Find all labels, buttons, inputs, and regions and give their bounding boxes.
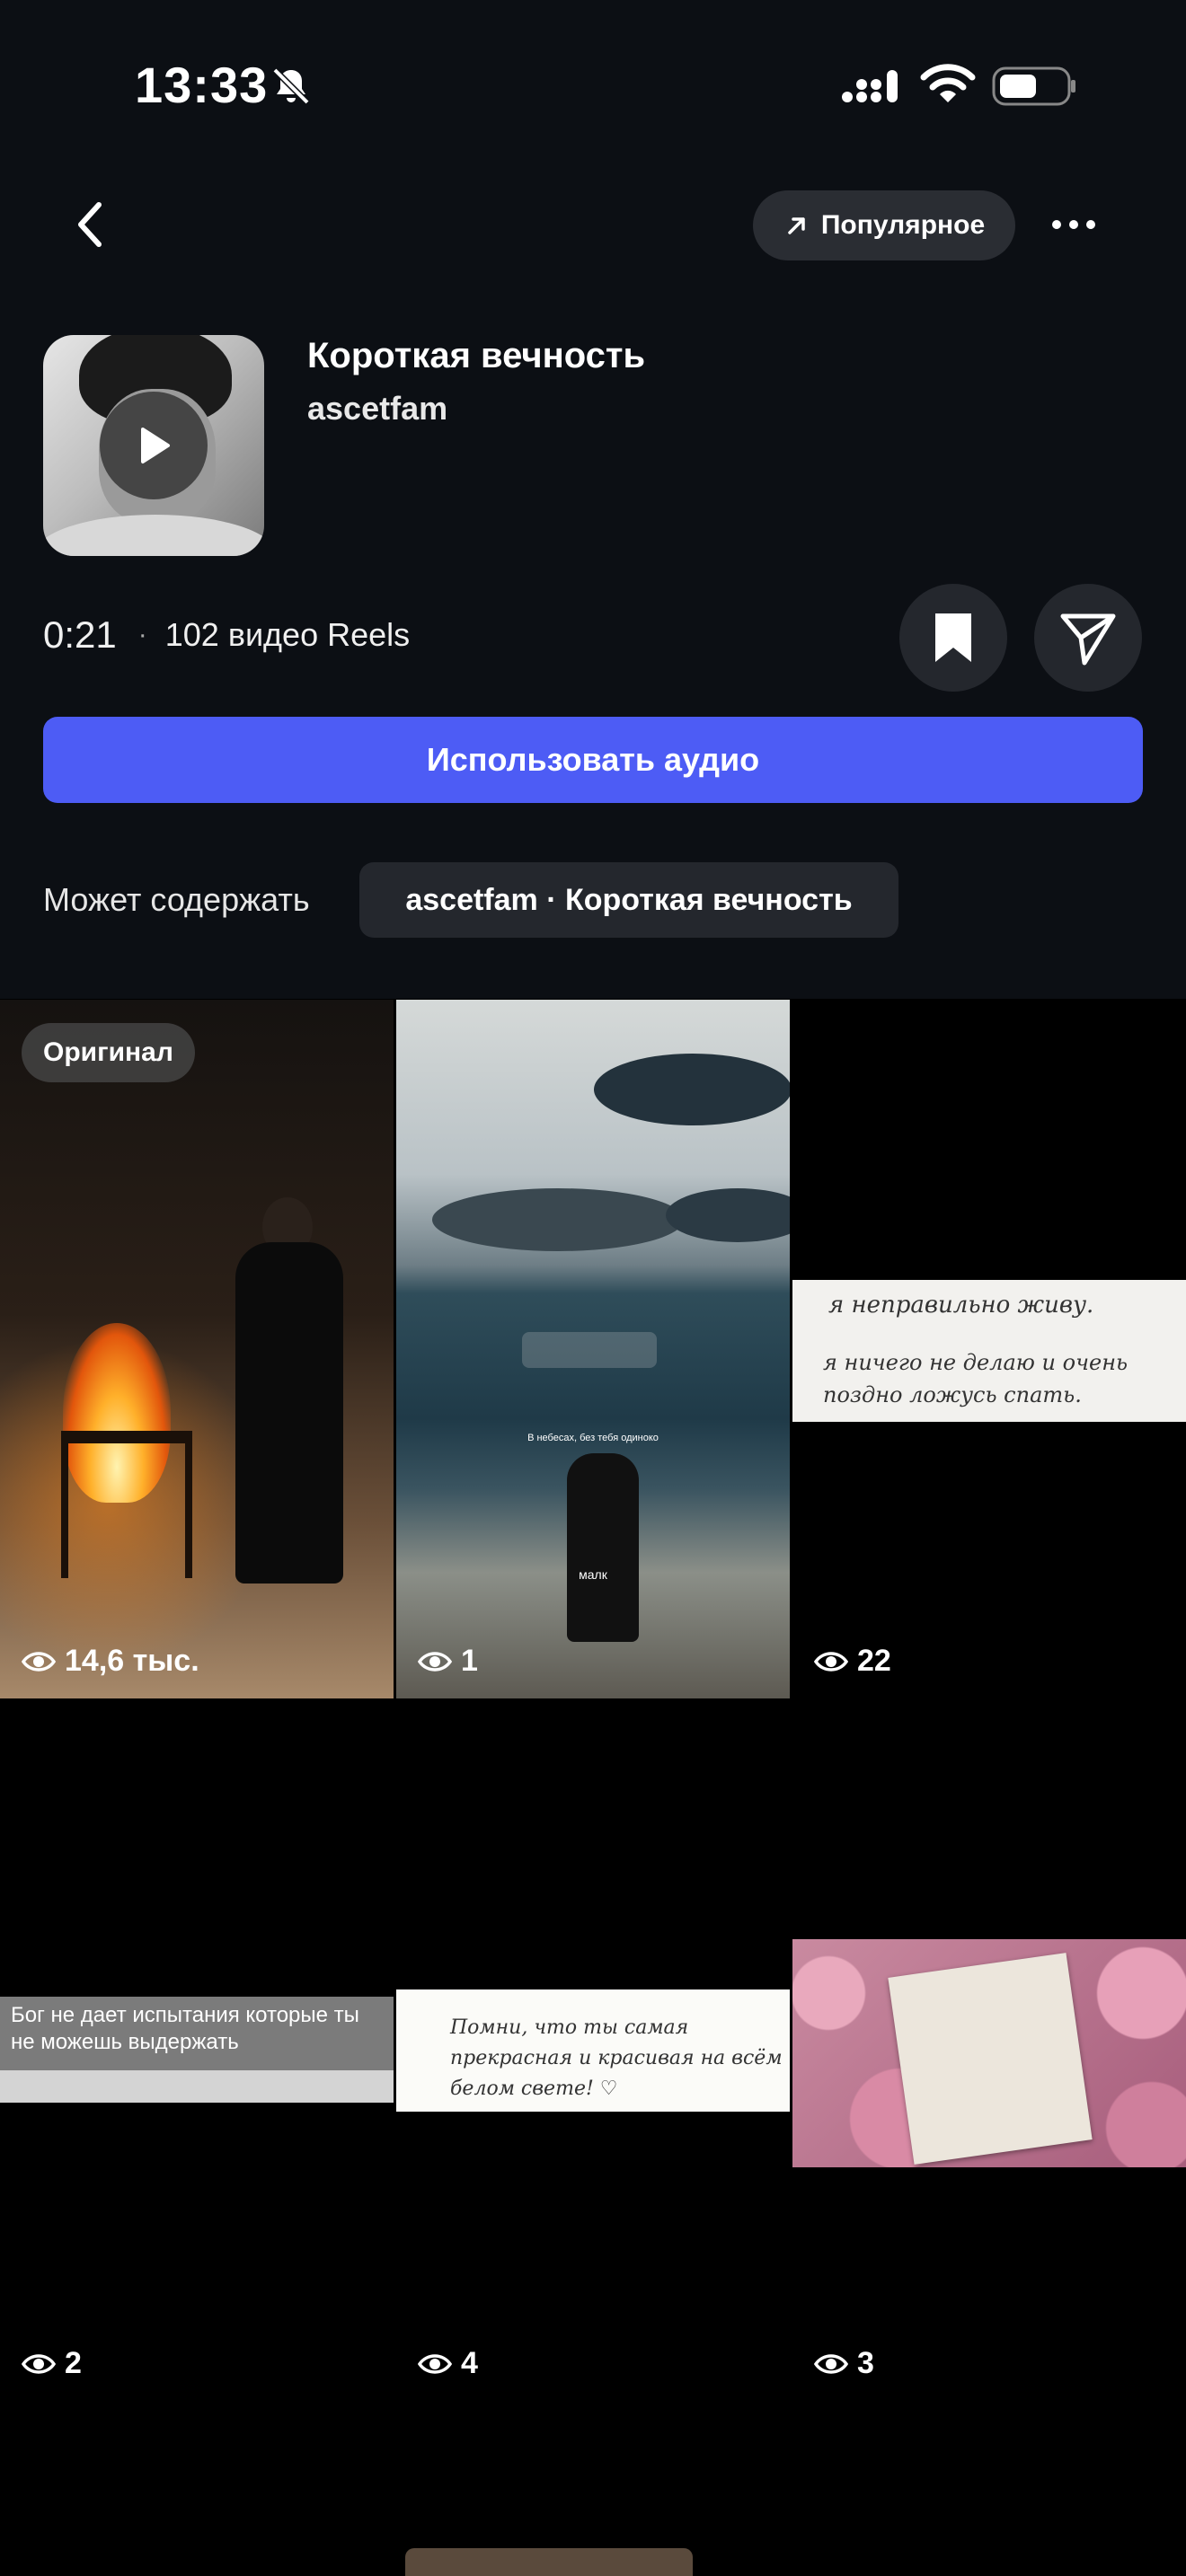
popular-button[interactable]: Популярное [753, 190, 1015, 260]
reel-tile[interactable]: 3 [792, 1702, 1186, 2401]
audio-duration: 0:21 [43, 613, 117, 656]
reel-tile[interactable]: В небесах, без тебя одиноко малк 1 [396, 1000, 790, 1698]
save-audio-button[interactable] [899, 584, 1007, 692]
note-text: Помни, что ты самая прекрасная и красива… [450, 2016, 783, 2100]
reel-tile[interactable] [0, 2404, 394, 2576]
original-badge: Оригинал [22, 1023, 195, 1082]
note-text: я ничего не делаю и очень поздно ложусь … [823, 1350, 1128, 1407]
view-count-value: 14,6 тыс. [65, 1644, 199, 1678]
view-count: 14,6 тыс. [22, 1644, 199, 1679]
reel-tile[interactable] [792, 2404, 1186, 2576]
view-count-value: 22 [857, 1644, 891, 1678]
eye-icon [814, 1651, 848, 1672]
song-title: Короткая вечность [307, 336, 646, 375]
reel-tile[interactable] [396, 2404, 790, 2576]
play-button[interactable] [100, 392, 208, 499]
battery-icon [992, 66, 1075, 106]
song-artist[interactable]: ascetfam [307, 390, 447, 428]
handwritten-card [888, 1953, 1093, 2165]
strip-text: Бог не дает испытания которые ты не може… [11, 2003, 359, 2054]
may-contain-label: Может содержать [43, 881, 310, 918]
bell-off-icon [272, 67, 310, 105]
view-count: 22 [814, 1644, 891, 1679]
popular-label: Популярное [820, 210, 986, 240]
view-count: 3 [814, 2346, 874, 2381]
may-contain-chip[interactable]: ascetfam · Короткая вечность [359, 862, 898, 938]
reel-tile[interactable]: я неправильно живу. я ничего не делаю и … [792, 1000, 1186, 1698]
music-player-overlay [522, 1332, 657, 1368]
audio-header: 13:33 Популярное Короткая вечность ascet… [0, 0, 1186, 999]
audio-meta: 0:21 · 102 видео Reels [43, 613, 410, 657]
trend-arrow-icon [788, 217, 805, 234]
play-icon [141, 428, 170, 463]
handwritten-note: Помни, что ты самая прекрасная и красива… [396, 1989, 790, 2112]
reel-tile[interactable]: Оригинал 14,6 тыс. [0, 1000, 394, 1698]
view-count-value: 4 [461, 2346, 478, 2380]
reels-count: 102 видео Reels [164, 616, 411, 653]
bookmark-icon [935, 613, 971, 662]
eye-icon [814, 2353, 848, 2374]
audio-page: 13:33 Популярное Короткая вечность ascet… [0, 0, 1186, 2576]
send-icon [1060, 613, 1116, 666]
back-button[interactable] [54, 189, 126, 260]
audio-cover[interactable] [43, 335, 264, 556]
view-count-value: 1 [461, 1644, 478, 1678]
back-arrow-icon [78, 202, 102, 247]
text-strip: Бог не дает испытания которые ты не може… [0, 1997, 394, 2070]
use-audio-button[interactable]: Использовать аудио [43, 717, 1143, 803]
view-count: 1 [418, 1644, 478, 1679]
reel-caption: В небесах, без тебя одиноко [527, 1433, 659, 1443]
view-count: 4 [418, 2346, 478, 2381]
eye-icon [418, 2353, 452, 2374]
share-audio-button[interactable] [1034, 584, 1142, 692]
view-count: 2 [22, 2346, 82, 2381]
eye-icon [22, 2353, 56, 2374]
status-time: 13:33 [135, 57, 269, 113]
note-text: я неправильно живу. [828, 1292, 1094, 1319]
view-count-value: 2 [65, 2346, 82, 2380]
meta-separator: · [137, 620, 147, 649]
more-options-button[interactable] [1042, 189, 1105, 260]
reel-tile[interactable]: Помни, что ты самая прекрасная и красива… [396, 1702, 790, 2401]
view-count-value: 3 [857, 2346, 874, 2380]
wifi-icon [920, 64, 976, 102]
eye-icon [22, 1651, 56, 1672]
eye-icon [418, 1651, 452, 1672]
signal-icon [842, 70, 898, 102]
handwritten-note: я неправильно живу. я ничего не делаю и … [792, 1280, 1186, 1422]
reel-caption: малк [579, 1567, 607, 1582]
more-dots-icon [1052, 220, 1095, 229]
reel-tile[interactable]: Бог не дает испытания которые ты не може… [0, 1702, 394, 2401]
